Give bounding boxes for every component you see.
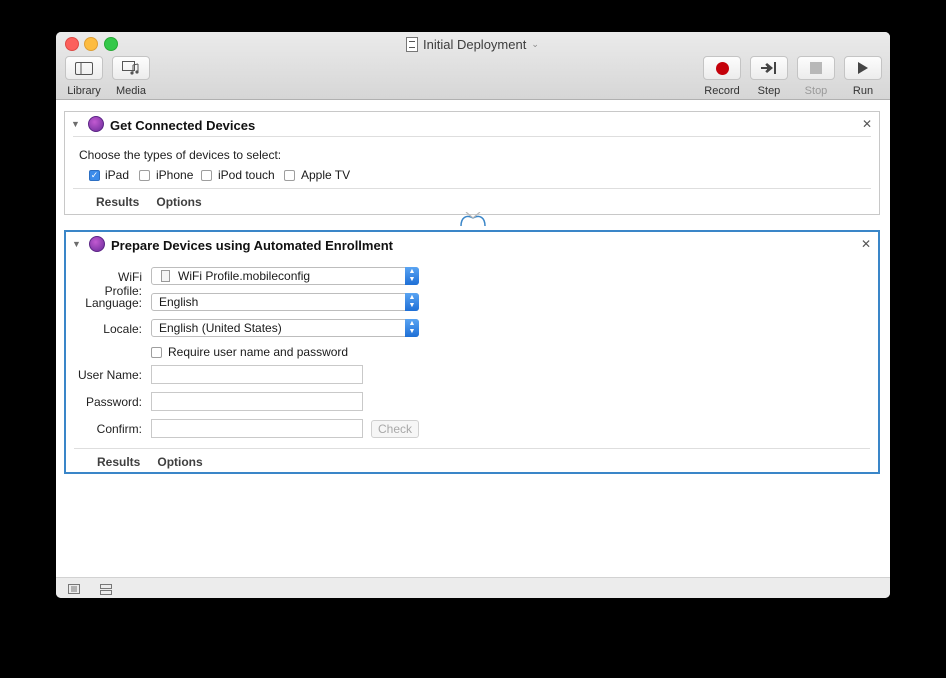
configurator-icon — [89, 236, 105, 252]
sidebar-icon — [75, 61, 93, 75]
action-title: Prepare Devices using Automated Enrollme… — [111, 238, 393, 253]
action-tabs: Results Options — [97, 455, 203, 469]
chevron-down-icon: ⌄ — [531, 38, 539, 49]
require-credentials-option[interactable]: Require user name and password — [151, 345, 348, 359]
media-icon — [122, 61, 139, 75]
document-icon — [406, 36, 418, 52]
language-value: English — [159, 295, 199, 309]
checkbox[interactable] — [139, 169, 150, 181]
disclosure-triangle-icon[interactable]: ▼ — [71, 119, 80, 129]
confirm-field[interactable] — [151, 419, 363, 438]
library-label: Library — [67, 85, 101, 97]
run-label: Run — [852, 85, 874, 97]
step-button[interactable]: Step — [750, 56, 788, 97]
device-option-apple-tv[interactable]: Apple TV — [284, 168, 350, 182]
workflow-area[interactable]: ▼ Get Connected Devices ✕ Choose the typ… — [56, 100, 890, 577]
password-field[interactable] — [151, 392, 363, 411]
device-option-label: iPhone — [156, 168, 194, 182]
close-window-button[interactable] — [65, 37, 79, 51]
automator-window: Initial Deployment ⌄ Library Media Recor… — [56, 32, 890, 598]
media-label: Media — [116, 85, 146, 97]
popup-arrows-icon: ▲ ▼ — [405, 293, 419, 311]
record-icon — [715, 61, 729, 75]
device-option-ipod-touch[interactable]: iPod touch — [201, 168, 275, 182]
tab-options[interactable]: Options — [156, 195, 201, 209]
action-header: ▼ Get Connected Devices ✕ — [65, 112, 879, 138]
wifi-profile-popup[interactable]: WiFi Profile.mobileconfig ▲ ▼ — [151, 267, 419, 285]
config-file-icon — [161, 270, 170, 282]
action-header: ▼ Prepare Devices using Automated Enroll… — [66, 232, 878, 258]
window-title-text: Initial Deployment — [423, 36, 527, 52]
popup-arrows-icon: ▲ ▼ — [405, 319, 419, 337]
language-label: Language: — [85, 296, 142, 310]
divider — [74, 448, 870, 449]
device-option-label: iPod touch — [218, 168, 275, 182]
step-icon — [761, 62, 776, 74]
locale-label: Locale: — [103, 322, 142, 336]
checkbox[interactable] — [201, 169, 212, 181]
stop-button[interactable]: Stop — [797, 56, 835, 97]
tab-results[interactable]: Results — [96, 195, 139, 209]
action-connector-icon — [460, 212, 486, 226]
checkbox[interactable] — [284, 169, 295, 181]
wifi-profile-value: WiFi Profile.mobileconfig — [178, 269, 311, 283]
action-title: Get Connected Devices — [110, 118, 256, 133]
device-option-ipad[interactable]: ✓ iPad — [89, 168, 129, 182]
media-button[interactable]: Media — [112, 56, 150, 97]
checkbox[interactable] — [151, 346, 162, 358]
step-label: Step — [757, 85, 781, 97]
tab-options[interactable]: Options — [157, 455, 202, 469]
library-button[interactable]: Library — [65, 56, 103, 97]
close-icon[interactable]: ✕ — [862, 117, 872, 131]
window-title[interactable]: Initial Deployment ⌄ — [406, 36, 539, 52]
device-option-label: Apple TV — [301, 168, 351, 182]
action-tabs: Results Options — [96, 195, 202, 209]
device-option-label: iPad — [105, 168, 130, 182]
tab-results[interactable]: Results — [97, 455, 140, 469]
stop-icon — [810, 62, 822, 74]
action-prepare-devices[interactable]: ▼ Prepare Devices using Automated Enroll… — [64, 230, 880, 474]
wifi-profile-label: WiFi Profile: — [104, 270, 142, 298]
username-field[interactable] — [151, 365, 363, 384]
run-button[interactable]: Run — [844, 56, 882, 97]
titlebar: Initial Deployment ⌄ Library Media Recor… — [56, 32, 890, 100]
split-view-icon[interactable] — [100, 584, 112, 595]
record-button[interactable]: Record — [703, 56, 741, 97]
checkbox-checked-icon[interactable]: ✓ — [89, 169, 100, 181]
confirm-label: Confirm: — [96, 422, 142, 436]
device-option-iphone[interactable]: iPhone — [139, 168, 193, 182]
language-popup[interactable]: English ▲ ▼ — [151, 293, 419, 311]
action-get-connected-devices[interactable]: ▼ Get Connected Devices ✕ Choose the typ… — [64, 111, 880, 215]
disclosure-triangle-icon[interactable]: ▼ — [72, 239, 81, 249]
status-bar — [56, 577, 890, 598]
username-label: User Name: — [77, 368, 142, 382]
play-icon — [858, 62, 868, 74]
list-view-icon[interactable] — [68, 584, 80, 594]
locale-popup[interactable]: English (United States) ▲ ▼ — [151, 319, 419, 337]
check-button[interactable]: Check — [371, 420, 419, 438]
record-label: Record — [704, 85, 740, 97]
divider — [73, 188, 871, 189]
divider — [73, 136, 871, 137]
stop-label: Stop — [804, 85, 828, 97]
password-label: Password: — [85, 395, 142, 409]
close-icon[interactable]: ✕ — [861, 237, 871, 251]
locale-value: English (United States) — [159, 321, 282, 335]
zoom-window-button[interactable] — [104, 37, 118, 51]
device-types-prompt: Choose the types of devices to select: — [79, 148, 282, 162]
require-credentials-label: Require user name and password — [168, 345, 349, 359]
configurator-icon — [88, 116, 104, 132]
popup-arrows-icon: ▲ ▼ — [405, 267, 419, 285]
minimize-window-button[interactable] — [84, 37, 98, 51]
